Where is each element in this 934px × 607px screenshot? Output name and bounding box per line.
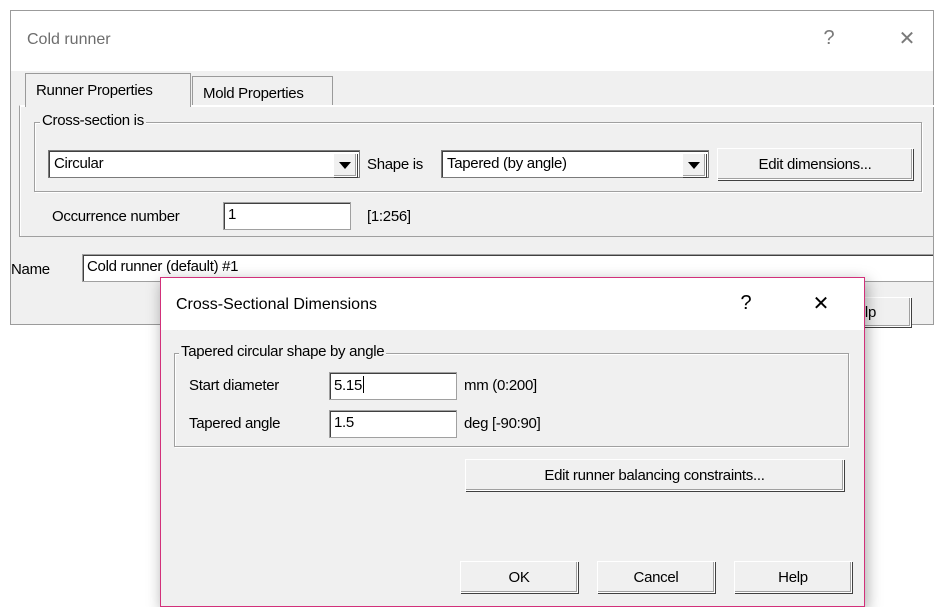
help-icon[interactable]: ? — [726, 292, 766, 315]
help-icon[interactable]: ? — [809, 27, 849, 50]
tab-mold-properties[interactable]: Mold Properties — [192, 76, 333, 106]
occurrence-range: [1:256] — [367, 208, 411, 225]
edit-runner-balancing-button[interactable]: Edit runner balancing constraints... — [465, 459, 844, 491]
help-button[interactable]: Help — [734, 561, 852, 593]
shape-select[interactable]: Tapered (by angle) — [441, 150, 709, 178]
button-label: Help — [778, 568, 808, 586]
tab-label: Runner Properties — [36, 82, 153, 99]
tapered-angle-input[interactable]: 1.5 — [329, 410, 457, 438]
chevron-down-icon[interactable] — [333, 153, 357, 177]
cross-section-select[interactable]: Circular — [48, 150, 360, 178]
chevron-down-icon[interactable] — [682, 153, 706, 177]
text-caret — [363, 376, 364, 393]
dialog-title: Cold runner — [27, 31, 111, 48]
button-label: OK — [508, 568, 530, 586]
tapered-shape-group — [174, 353, 849, 447]
select-value: Tapered (by angle) — [447, 155, 567, 172]
shape-label: Shape is — [367, 156, 423, 173]
edit-dimensions-button[interactable]: Edit dimensions... — [717, 148, 913, 180]
start-diameter-label: Start diameter — [189, 377, 280, 394]
start-diameter-range: mm (0:200] — [464, 377, 537, 394]
cross-sectional-dimensions-dialog: Cross-Sectional Dimensions ? ✕ Tapered c… — [160, 277, 865, 607]
tapered-angle-label: Tapered angle — [189, 415, 281, 432]
tapered-angle-range: deg [-90:90] — [464, 415, 541, 432]
button-label: Edit dimensions... — [758, 155, 872, 173]
ok-button[interactable]: OK — [460, 561, 578, 593]
tab-label: Mold Properties — [203, 85, 304, 102]
name-label: Name — [11, 261, 50, 278]
cold-runner-titlebar: Cold runner ? ✕ — [11, 11, 933, 71]
tab-panel: Cross-section is Circular Shape is Taper… — [19, 105, 934, 237]
dimensions-titlebar: Cross-Sectional Dimensions ? ✕ — [161, 278, 864, 330]
button-label: Edit runner balancing constraints... — [544, 466, 765, 484]
occurrence-input[interactable]: 1 — [223, 202, 351, 230]
start-diameter-input[interactable]: 5.15 — [329, 372, 457, 400]
close-icon[interactable]: ✕ — [887, 26, 927, 51]
tab-runner-properties[interactable]: Runner Properties — [25, 73, 191, 107]
group-label: Cross-section is — [40, 112, 146, 129]
close-icon[interactable]: ✕ — [801, 291, 841, 316]
cancel-button[interactable]: Cancel — [597, 561, 715, 593]
group-label: Tapered circular shape by angle — [179, 343, 387, 360]
field-value: 5.15 — [334, 377, 362, 394]
select-value: Circular — [54, 155, 104, 172]
button-label: Cancel — [633, 568, 679, 586]
dialog-title: Cross-Sectional Dimensions — [176, 296, 377, 313]
occurrence-label: Occurrence number — [52, 208, 180, 225]
